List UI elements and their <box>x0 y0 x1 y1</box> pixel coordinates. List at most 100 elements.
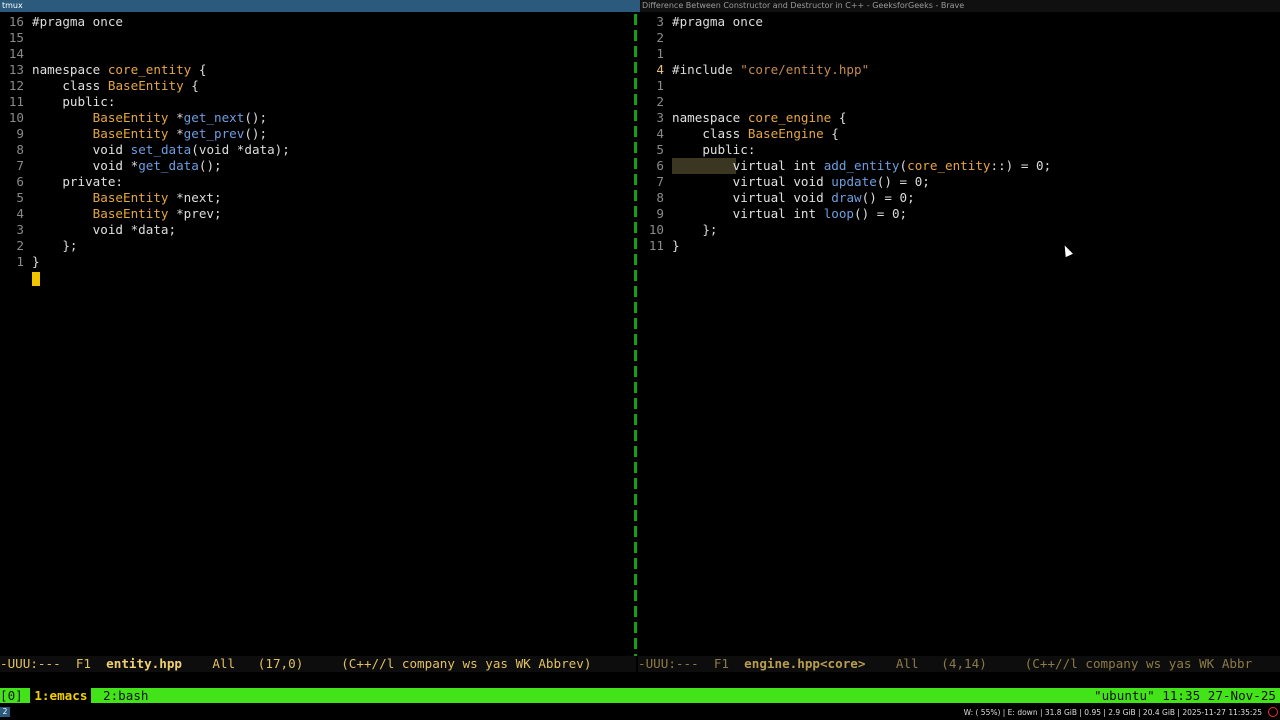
code-text: BaseEntity *get_next(); <box>92 110 268 125</box>
line-number: 8 <box>16 142 24 157</box>
line-number: 9 <box>16 126 24 141</box>
modeline-state: -UUU:--- F1 <box>638 656 745 671</box>
code-line[interactable]: 2 <box>640 94 672 110</box>
tmux-status-bar: [0] 1:emacs 2:bash "ubuntu" 11:35 27-Nov-… <box>0 688 1280 703</box>
code-line[interactable]: 16 #pragma once <box>0 14 123 30</box>
code-text: void *data; <box>92 222 177 237</box>
text-cursor <box>32 272 40 286</box>
line-number: 13 <box>8 62 24 77</box>
line-number: 2 <box>656 30 664 45</box>
code-text: class BaseEntity { <box>62 78 199 93</box>
code-text: }; <box>32 238 78 253</box>
code-text: }; <box>672 222 718 237</box>
system-status-bar: 2 W: ( 55%) | E: down | 31.8 GiB | 0.95 … <box>0 705 1280 720</box>
line-number: 1 <box>16 254 24 269</box>
code-line[interactable]: 3 namespace core_engine { <box>640 110 846 126</box>
code-text: BaseEntity *get_prev(); <box>92 126 268 141</box>
wm-tab-tmux[interactable]: tmux <box>0 0 640 12</box>
code-text: virtual int loop() = 0; <box>732 206 908 221</box>
code-line[interactable]: 11 public: <box>0 94 116 110</box>
line-number: 4 <box>656 62 664 77</box>
code-text: #include "core/entity.hpp" <box>672 62 870 77</box>
modeline-position: All (4,14) (C++//l company ws yas WK Abb… <box>865 656 1253 671</box>
code-text: void set_data(void *data); <box>92 142 290 157</box>
code-line[interactable]: 3 void *data; <box>0 222 176 238</box>
tmux-window-bash[interactable]: 2:bash <box>99 688 153 703</box>
editor-pane-engine[interactable]: 3 #pragma once 2 1 4 #include "core/entity.hp… <box>640 14 1280 656</box>
line-number: 10 <box>8 110 24 125</box>
code-text: BaseEntity *next; <box>92 190 222 205</box>
code-line[interactable]: 11} <box>640 238 680 254</box>
system-stats: W: ( 55%) | E: down | 31.8 GiB | 0.95 | … <box>963 708 1262 717</box>
code-text: virtual void draw() = 0; <box>732 190 915 205</box>
code-line[interactable]: 10 BaseEntity *get_next(); <box>0 110 267 126</box>
code-line[interactable]: 13 namespace core_entity { <box>0 62 207 78</box>
code-line[interactable]: 5 public: <box>640 142 755 158</box>
code-text: namespace core_entity { <box>32 62 207 77</box>
line-number: 8 <box>656 190 664 205</box>
line-number: 7 <box>656 174 664 189</box>
code-text: virtual void update() = 0; <box>732 174 930 189</box>
power-icon[interactable] <box>1268 707 1278 717</box>
code-line[interactable]: 14 <box>0 46 32 62</box>
wm-tab-browser[interactable]: Difference Between Constructor and Destr… <box>640 0 1280 12</box>
code-text: } <box>32 254 40 269</box>
code-line[interactable]: 5 BaseEntity *next; <box>0 190 222 206</box>
line-number: 5 <box>656 142 664 157</box>
code-text: class BaseEngine { <box>702 126 839 141</box>
code-line[interactable]: 15 <box>0 30 32 46</box>
code-line[interactable]: 1 <box>640 46 672 62</box>
code-text: public: <box>702 142 756 157</box>
code-line[interactable]: 12 class BaseEntity { <box>0 78 199 94</box>
code-text: virtual int add_entity(core_entity::) = … <box>732 158 1052 173</box>
line-number: 3 <box>656 110 664 125</box>
code-line[interactable]: 7 virtual void update() = 0; <box>640 174 930 190</box>
line-number: 5 <box>16 190 24 205</box>
tmux-session: [0] <box>0 688 23 703</box>
code-line[interactable]: 2 }; <box>0 238 78 254</box>
modeline-position: All (17,0) (C++//l company ws yas WK Abb… <box>181 656 592 671</box>
tmux-window-emacs[interactable]: 1:emacs <box>30 688 92 703</box>
pane-divider[interactable] <box>634 14 637 656</box>
code-line[interactable]: 7 void *get_data(); <box>0 158 222 174</box>
code-line[interactable]: 6 private: <box>0 174 123 190</box>
modeline-entity: -UUU:--- F1 entity.hpp All (17,0) (C++//… <box>0 656 636 672</box>
line-number: 11 <box>8 94 24 109</box>
code-line[interactable]: 8 void set_data(void *data); <box>0 142 290 158</box>
line-number: 4 <box>656 126 664 141</box>
modeline-buffer-name[interactable]: entity.hpp <box>106 656 182 671</box>
code-line[interactable]: 1 <box>640 78 672 94</box>
line-number: 16 <box>8 14 24 29</box>
code-line[interactable]: 3 #pragma once <box>640 14 763 30</box>
line-number: 2 <box>656 94 664 109</box>
workspace-indicator[interactable]: 2 <box>0 707 10 717</box>
editor-pane-entity[interactable]: 16 #pragma once 15 14 13 namespace core_entit… <box>0 14 634 656</box>
line-number: 1 <box>656 46 664 61</box>
modeline-buffer-name[interactable]: engine.hpp<core> <box>744 656 865 671</box>
line-number: 2 <box>16 238 24 253</box>
code-line[interactable]: 8 virtual void draw() = 0; <box>640 190 915 206</box>
code-line[interactable]: 6 virtual int add_entity(core_entity::) … <box>640 158 1051 174</box>
line-number: 6 <box>656 158 664 173</box>
code-line[interactable]: 4 BaseEntity *prev; <box>0 206 221 222</box>
code-line[interactable]: 10 }; <box>640 222 718 238</box>
code-line[interactable]: 9 virtual int loop() = 0; <box>640 206 907 222</box>
line-number: 9 <box>656 206 664 221</box>
code-text: void *get_data(); <box>92 158 222 173</box>
code-line[interactable]: 9 BaseEntity *get_prev(); <box>0 126 267 142</box>
modeline-engine: -UUU:--- F1 engine.hpp<core> All (4,14) … <box>638 656 1280 672</box>
code-text: public: <box>62 94 116 109</box>
line-number: 1 <box>656 78 664 93</box>
tmux-status-right: "ubuntu" 11:35 27-Nov-25 <box>1094 688 1276 703</box>
line-number: 11 <box>648 238 664 253</box>
line-number: 14 <box>8 46 24 61</box>
code-line[interactable]: 4 #include "core/entity.hpp" <box>640 62 869 78</box>
line-number: 3 <box>656 14 664 29</box>
code-text: private: <box>62 174 124 189</box>
line-number: 4 <box>16 206 24 221</box>
code-line[interactable]: 1} <box>0 254 40 270</box>
code-line[interactable]: 2 <box>640 30 672 46</box>
line-number: 10 <box>648 222 664 237</box>
code-line[interactable]: 4 class BaseEngine { <box>640 126 839 142</box>
code-text: } <box>672 238 680 253</box>
